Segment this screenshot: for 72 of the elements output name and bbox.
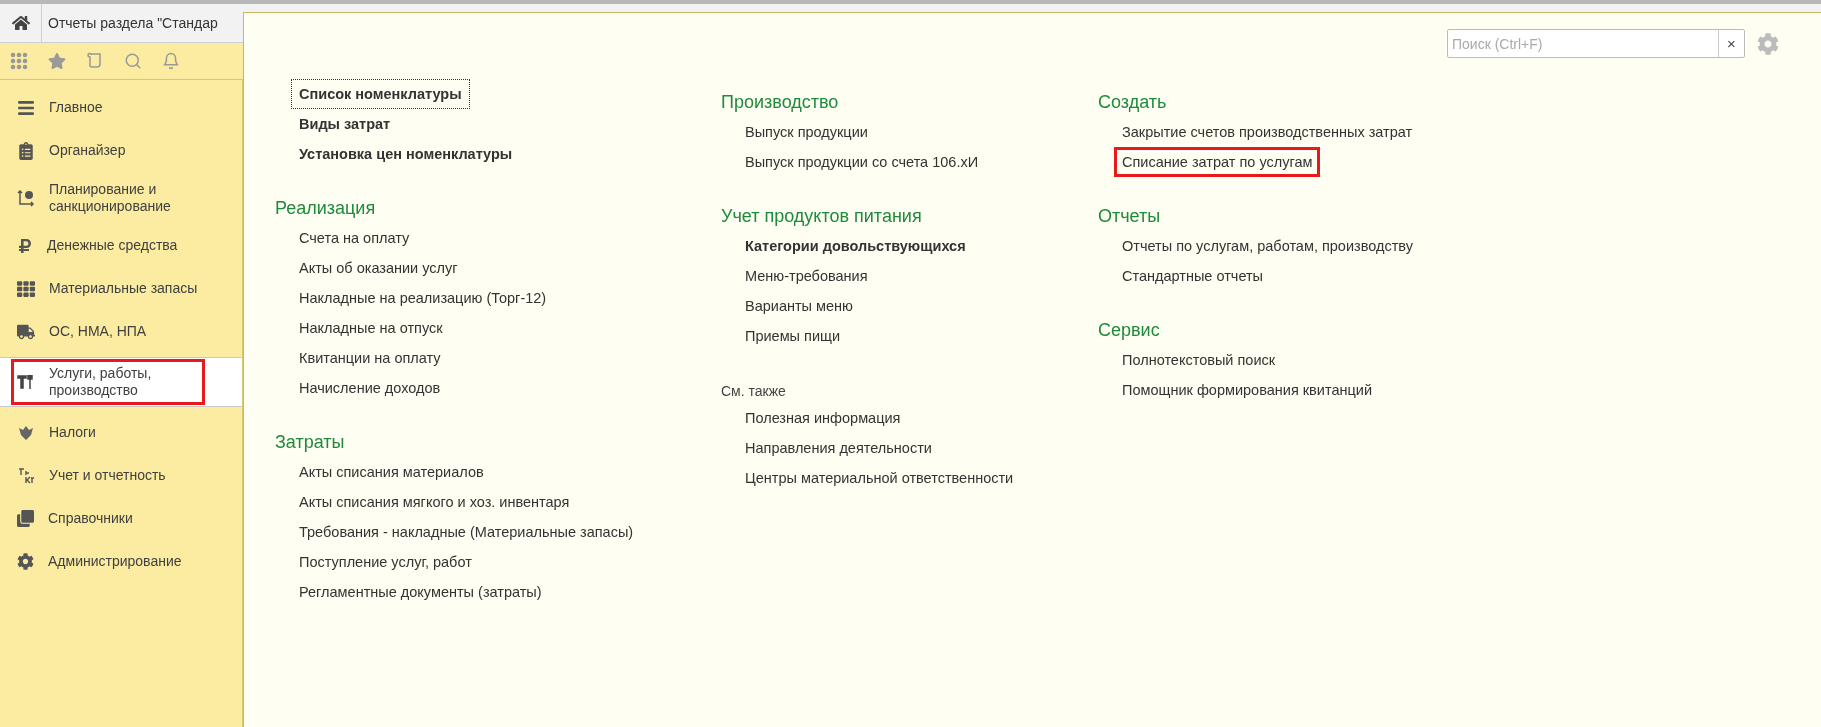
menu-link[interactable]: Меню-требования xyxy=(737,261,876,291)
section-heading: Реализация xyxy=(275,197,376,220)
sidebar-item[interactable]: Органайзер xyxy=(0,129,242,172)
menu-link[interactable]: Акты списания материалов xyxy=(291,457,492,487)
apps-button[interactable] xyxy=(10,52,28,70)
sidebar-item[interactable]: Учет и отчетность xyxy=(0,454,242,497)
menu-link[interactable]: Накладные на реализацию (Торг-12) xyxy=(291,283,555,313)
debit-credit-icon xyxy=(17,466,35,485)
menu-link[interactable]: Виды затрат xyxy=(291,109,399,139)
section-heading: Учет продуктов питания xyxy=(721,205,922,228)
menu-link[interactable]: Приемы пищи xyxy=(737,321,849,351)
clipboard-icon xyxy=(17,141,35,160)
menu-link[interactable]: Счета на оплату xyxy=(291,223,418,253)
section-heading: См. также xyxy=(721,382,786,401)
section-heading: Затраты xyxy=(275,431,345,454)
sidebar-item[interactable]: Администрирование xyxy=(0,540,242,583)
favorites-button[interactable] xyxy=(48,52,66,70)
menu-link[interactable]: Направления деятельности xyxy=(737,433,940,463)
notifications-button[interactable] xyxy=(162,52,180,70)
menu-icon xyxy=(17,98,35,117)
menu-link[interactable]: Центры материальной ответственности xyxy=(737,463,1022,493)
section-heading: Отчеты xyxy=(1098,205,1161,228)
menu-link[interactable]: Выпуск продукции со счета 106.хИ xyxy=(737,147,987,177)
documents-icon xyxy=(17,510,34,527)
sidebar-item[interactable]: Материальные запасы xyxy=(0,267,242,310)
search-button[interactable] xyxy=(124,52,142,70)
history-button[interactable] xyxy=(86,52,104,70)
menu-link[interactable]: Отчеты по услугам, работам, производству xyxy=(1114,231,1421,261)
menu-link[interactable]: Регламентные документы (затраты) xyxy=(291,577,550,607)
chart-icon xyxy=(17,189,35,207)
bell-icon xyxy=(162,52,180,70)
menu-link[interactable]: Варианты меню xyxy=(737,291,861,321)
grid-icon xyxy=(17,279,35,298)
menu-link[interactable]: Стандартные отчеты xyxy=(1114,261,1272,291)
menu-link[interactable]: Полнотекстовый поиск xyxy=(1114,345,1284,375)
menu-link[interactable]: Начисление доходов xyxy=(291,373,449,403)
sidebar-item[interactable]: Услуги, работы, производство xyxy=(0,357,242,407)
menu-link[interactable]: Установка цен номенклатуры xyxy=(291,139,521,169)
sidebar-item[interactable]: Налоги xyxy=(0,411,242,454)
ruble-icon xyxy=(17,237,33,254)
sidebar-item[interactable]: ОС, НМА, НПА xyxy=(0,310,242,353)
menu-link[interactable]: Поступление услуг, работ xyxy=(291,547,480,577)
menu-link[interactable]: Категории довольствующихся xyxy=(737,231,974,261)
menu-link[interactable]: Выпуск продукции xyxy=(737,117,876,147)
star-icon xyxy=(48,52,66,70)
search-icon xyxy=(124,52,142,70)
section-heading: Сервис xyxy=(1098,319,1160,342)
sidebar-item[interactable]: Планирование и санкционирование xyxy=(0,172,242,224)
menu-link[interactable]: Помощник формирования квитанций xyxy=(1114,375,1380,405)
truck-icon xyxy=(17,322,35,341)
section-heading: Создать xyxy=(1098,91,1167,114)
sidebar-item[interactable]: Главное xyxy=(0,86,242,129)
clear-button[interactable]: × xyxy=(1718,30,1744,57)
menu-link[interactable]: Квитанции на оплату xyxy=(291,343,449,373)
home-icon xyxy=(11,14,30,32)
menu-link[interactable]: Акты об оказании услуг xyxy=(291,253,466,283)
menu-link[interactable]: Акты списания мягкого и хоз. инвентаря xyxy=(291,487,578,517)
menu-link[interactable]: Требования - накладные (Материальные запасы) xyxy=(291,517,642,547)
apps-grid-icon xyxy=(10,52,28,70)
search-field[interactable]: Поиск (Ctrl+F) × xyxy=(1447,29,1745,58)
sidebar-item[interactable]: Денежные средства xyxy=(0,224,242,267)
menu-link[interactable]: Накладные на отпуск xyxy=(291,313,451,343)
scroll-icon xyxy=(86,52,104,70)
menu-link[interactable]: Полезная информация xyxy=(737,403,909,433)
section-heading: Производство xyxy=(721,91,839,114)
settings-icon[interactable] xyxy=(1757,32,1779,55)
menu-link[interactable]: Списание затрат по услугам xyxy=(1114,147,1321,177)
tools-icon xyxy=(17,373,35,391)
gear-icon xyxy=(17,553,34,570)
menu-link[interactable]: Закрытие счетов производственных затрат xyxy=(1114,117,1421,147)
sidebar-item[interactable]: Справочники xyxy=(0,497,242,540)
menu-link[interactable]: Список номенклатуры xyxy=(291,79,470,109)
